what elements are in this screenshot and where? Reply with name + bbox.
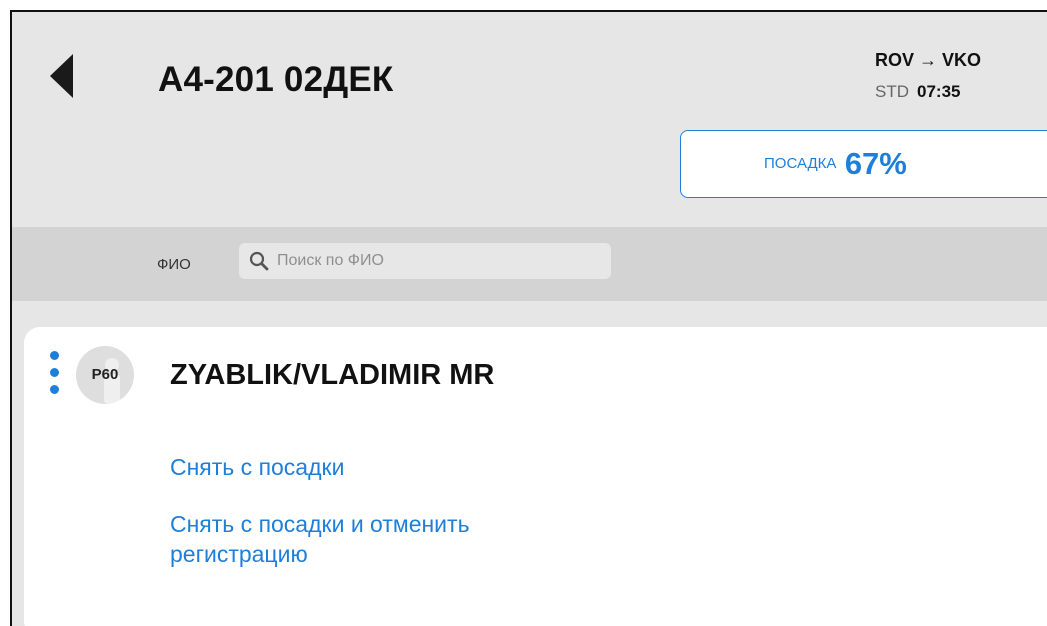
more-dot <box>50 385 59 394</box>
search-input[interactable] <box>277 243 597 279</box>
std-time: 07:35 <box>917 82 961 101</box>
passenger-name: ZYABLIK/VLADIMIR MR <box>170 359 495 391</box>
passenger-card: Р60 ZYABLIK/VLADIMIR MR Снять с посадки … <box>24 327 1047 626</box>
boarding-percent: 67% <box>844 146 907 181</box>
search-box[interactable] <box>239 243 611 279</box>
flight-route: ROV → VKO <box>875 50 982 70</box>
search-icon <box>249 251 269 271</box>
chevron-left-icon <box>50 54 73 98</box>
seat-number: Р60 <box>91 366 119 383</box>
avatar: Р60 <box>76 346 134 404</box>
more-dot <box>50 351 59 360</box>
more-dot <box>50 368 59 377</box>
boarding-button[interactable]: ПОСАДКА 67% <box>680 130 1047 198</box>
back-button[interactable] <box>44 54 84 104</box>
unboard-link[interactable]: Снять с посадки <box>170 452 344 482</box>
more-options-button[interactable] <box>48 351 64 405</box>
app-window: А4-201 02ДЕК ROV → VKO STD 07:35 ПОСАДКА … <box>10 10 1047 626</box>
unboard-cancel-checkin-link[interactable]: Снять с посадки и отменить регистрацию <box>170 509 570 569</box>
std-label: STD <box>875 82 909 101</box>
boarding-label: ПОСАДКА <box>764 155 837 172</box>
departure-time: STD 07:35 <box>875 82 960 102</box>
flight-title: А4-201 02ДЕК <box>158 60 394 99</box>
search-label: ФИО <box>157 256 191 273</box>
